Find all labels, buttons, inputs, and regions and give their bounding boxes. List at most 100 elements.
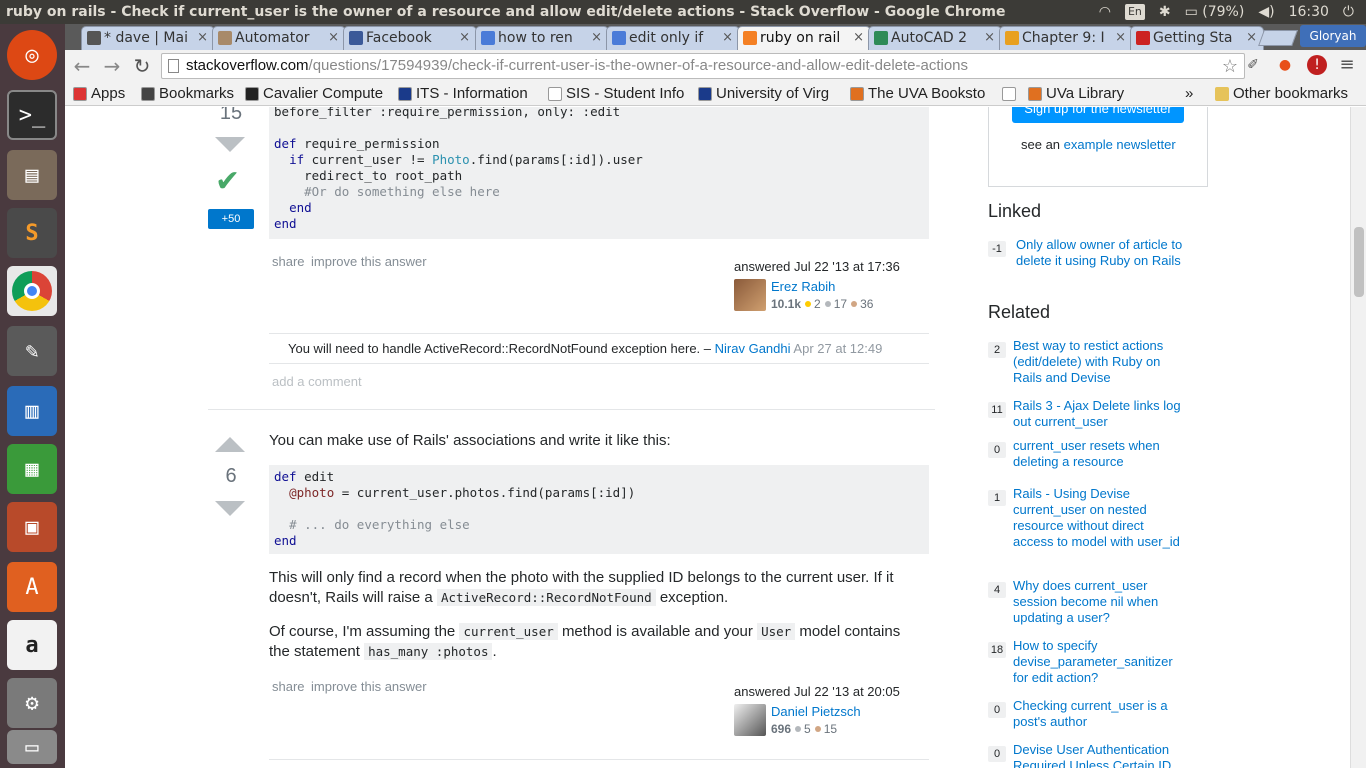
browser-tab[interactable]: Automator ×	[212, 26, 346, 50]
answer1-user-name[interactable]: Erez Rabih	[771, 279, 835, 294]
tab-close-icon[interactable]: ×	[853, 27, 864, 49]
silver-badge-icon	[795, 726, 802, 733]
browser-tab[interactable]: Chapter 9: I ×	[999, 26, 1133, 50]
libreoffice-writer-icon[interactable]: ▥	[7, 386, 57, 436]
related-link[interactable]: How to specify devise_parameter_sanitize…	[1013, 638, 1183, 686]
bookmark-item[interactable]	[1002, 84, 1022, 104]
browser-tab[interactable]: AutoCAD 2 ×	[868, 26, 1002, 50]
browser-tab[interactable]: * dave | Mai ×	[81, 26, 215, 50]
comment-user-link[interactable]: Nirav Gandhi	[715, 341, 791, 356]
clock[interactable]: 16:30	[1289, 0, 1329, 24]
tab-favicon-icon	[87, 31, 101, 45]
answer1-share-link[interactable]: share	[272, 254, 305, 269]
answer1-downvote-icon[interactable]	[215, 137, 245, 152]
tab-close-icon[interactable]: ×	[591, 27, 602, 49]
answer2-share-link[interactable]: share	[272, 679, 305, 694]
tab-close-icon[interactable]: ×	[197, 27, 208, 49]
tab-close-icon[interactable]: ×	[459, 27, 470, 49]
tab-close-icon[interactable]: ×	[1115, 27, 1126, 49]
profile-button[interactable]: Gloryah	[1300, 25, 1366, 47]
tab-close-icon[interactable]: ×	[722, 27, 733, 49]
linked-list: -1 Only allow owner of article to delete…	[988, 237, 1188, 297]
related-link[interactable]: Why does current_user session become nil…	[1013, 578, 1183, 626]
bookmark-item[interactable]: Apps	[73, 84, 133, 104]
tab-close-icon[interactable]: ×	[1246, 27, 1257, 49]
bookmark-item[interactable]: University of Virg	[698, 84, 843, 104]
trash-icon[interactable]: ▭	[7, 730, 57, 764]
bronze-badge-icon	[814, 726, 821, 733]
volume-icon[interactable]: ◀)	[1258, 0, 1274, 24]
ubuntu-dash-icon[interactable]: ◎	[7, 30, 57, 80]
answer1-improve-link[interactable]: improve this answer	[311, 254, 427, 269]
software-center-icon[interactable]: A	[7, 562, 57, 612]
answer2-improve-link[interactable]: improve this answer	[311, 679, 427, 694]
browser-tab[interactable]: ruby on rail ×	[737, 26, 871, 50]
address-bar[interactable]: stackoverflow.com/questions/17594939/che…	[161, 53, 1245, 79]
answer1-user-avatar[interactable]	[734, 279, 766, 311]
tab-label: * dave | Mai	[104, 30, 188, 46]
bookmark-item[interactable]: The UVA Booksto	[850, 84, 995, 104]
power-icon[interactable]: ⏻	[1343, 0, 1354, 24]
related-link[interactable]: Rails - Using Devise current_user on nes…	[1013, 486, 1183, 550]
bounty-badge[interactable]: +50	[208, 209, 254, 229]
answer2-user-name[interactable]: Daniel Pietzsch	[771, 704, 861, 719]
answer2-user-avatar[interactable]	[734, 704, 766, 736]
bookmark-favicon-icon	[245, 87, 259, 101]
back-icon[interactable]: ←	[69, 54, 95, 78]
forward-icon[interactable]: →	[99, 54, 125, 78]
bookmark-item[interactable]: Cavalier Compute	[245, 84, 393, 104]
linked-link[interactable]: Only allow owner of article to delete it…	[1016, 237, 1186, 269]
browser-tab[interactable]: edit only if ×	[606, 26, 740, 50]
answer1-add-comment-link[interactable]: add a comment	[272, 374, 362, 389]
tab-favicon-icon	[349, 31, 363, 45]
chrome-icon[interactable]	[7, 266, 57, 316]
related-link[interactable]: Best way to restict actions (edit/delete…	[1013, 338, 1183, 386]
system-tray: ◠ En ✱ ▭ (79%) ◀) 16:30 ⏻	[1099, 0, 1354, 24]
reload-icon[interactable]: ↻	[129, 54, 155, 78]
sublime-text-icon[interactable]: S	[7, 208, 57, 258]
newsletter-signup-button[interactable]: Sign up for the newsletter	[1012, 107, 1184, 123]
terminal-icon[interactable]: >_	[7, 90, 57, 140]
bluetooth-icon[interactable]: ✱	[1159, 0, 1171, 24]
example-newsletter-link[interactable]: example newsletter	[1064, 137, 1176, 152]
stackoverflow-page: 15 ✔ +50 before_filter :require_permissi…	[65, 107, 1350, 768]
tab-favicon-icon	[874, 31, 888, 45]
bookmark-label: The UVA Booksto	[868, 85, 986, 102]
bookmark-star-icon[interactable]: ☆	[1222, 54, 1238, 78]
related-link[interactable]: Devise User Authentication Required Unle…	[1013, 742, 1183, 768]
scrollbar-thumb[interactable]	[1354, 227, 1364, 297]
bookmark-item[interactable]: ITS - Information	[398, 84, 543, 104]
extension-badge-icon[interactable]: !	[1307, 55, 1327, 75]
bookmark-item[interactable]: SIS - Student Info	[548, 84, 693, 104]
answer2-downvote-icon[interactable]	[215, 501, 245, 516]
browser-tab[interactable]: how to ren ×	[475, 26, 609, 50]
related-link[interactable]: current_user resets when deleting a reso…	[1013, 438, 1183, 470]
page-scrollbar[interactable]	[1350, 107, 1366, 768]
related-link[interactable]: Rails 3 - Ajax Delete links log out curr…	[1013, 398, 1183, 430]
answer2-upvote-icon[interactable]	[215, 437, 245, 452]
bookmark-item[interactable]: Bookmarks	[141, 84, 241, 104]
other-bookmarks[interactable]: Other bookmarks	[1215, 84, 1348, 104]
tab-close-icon[interactable]: ×	[328, 27, 339, 49]
system-settings-icon[interactable]: ⚙	[7, 678, 57, 728]
new-tab-button[interactable]	[1258, 30, 1298, 46]
battery-indicator[interactable]: ▭ (79%)	[1185, 0, 1245, 24]
comment-divider	[269, 333, 929, 334]
firefox-extension-icon[interactable]: ●	[1275, 55, 1295, 75]
keyboard-layout-indicator[interactable]: En	[1124, 4, 1145, 20]
bookmark-item[interactable]: UVa Library	[1028, 84, 1148, 104]
linked-heading: Linked	[988, 201, 1042, 221]
amazon-icon[interactable]: a	[7, 620, 57, 670]
files-icon[interactable]: ▤	[7, 150, 57, 200]
browser-tab[interactable]: Facebook ×	[343, 26, 477, 50]
tab-close-icon[interactable]: ×	[984, 27, 995, 49]
eyedropper-extension-icon[interactable]: ✐	[1243, 55, 1263, 75]
wifi-icon[interactable]: ◠	[1099, 0, 1111, 24]
libreoffice-calc-icon[interactable]: ▦	[7, 444, 57, 494]
related-link[interactable]: Checking current_user is a post's author	[1013, 698, 1183, 730]
libreoffice-impress-icon[interactable]: ▣	[7, 502, 57, 552]
browser-tab[interactable]: Getting Sta ×	[1130, 26, 1264, 50]
chrome-menu-icon[interactable]: ≡	[1337, 55, 1357, 75]
text-editor-icon[interactable]: ✎	[7, 326, 57, 376]
bookmarks-overflow-button[interactable]: »	[1185, 84, 1193, 104]
